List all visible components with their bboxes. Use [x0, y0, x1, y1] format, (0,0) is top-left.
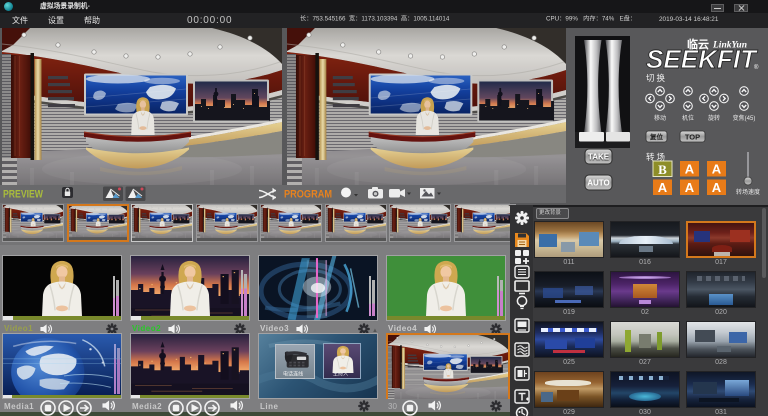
- svg-text:TOP: TOP: [685, 133, 700, 142]
- svg-text:A: A: [685, 162, 695, 177]
- svg-text:PREVIEW: PREVIEW: [3, 189, 43, 201]
- svg-text:变焦(45): 变焦(45): [733, 114, 756, 122]
- svg-text:B: B: [658, 162, 667, 177]
- svg-text:A: A: [712, 180, 722, 195]
- svg-text:A: A: [712, 162, 722, 177]
- svg-text:旋转: 旋转: [708, 114, 720, 122]
- svg-text:A: A: [658, 180, 668, 195]
- svg-text:AUTO: AUTO: [587, 179, 610, 188]
- svg-text:®: ®: [754, 64, 759, 71]
- svg-text:移动: 移动: [654, 114, 666, 122]
- svg-text:转场速度: 转场速度: [736, 188, 760, 196]
- svg-text:TAKE: TAKE: [588, 153, 610, 162]
- svg-text:复位: 复位: [649, 132, 664, 141]
- svg-text:机位: 机位: [682, 114, 694, 122]
- svg-text:SEEKFIT: SEEKFIT: [646, 44, 758, 74]
- svg-text:PROGRAM: PROGRAM: [284, 189, 332, 201]
- svg-text:切换: 切换: [646, 73, 667, 83]
- svg-text:A: A: [685, 180, 695, 195]
